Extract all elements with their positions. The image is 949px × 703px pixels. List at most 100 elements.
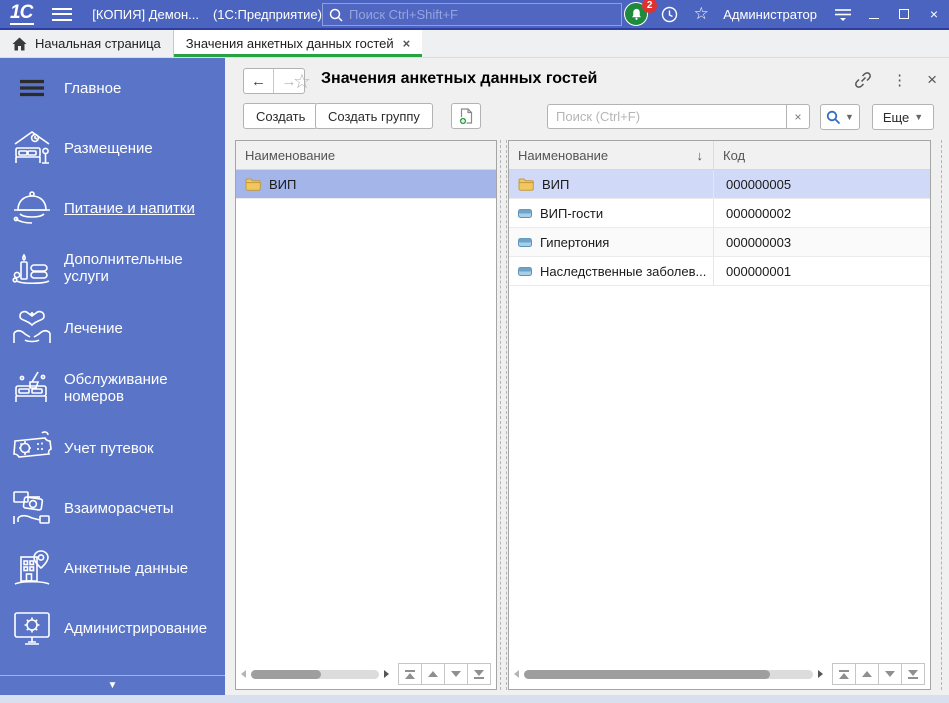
sidebar-item-food[interactable]: Питание и напитки [0, 178, 225, 238]
scroll-left-icon[interactable] [241, 670, 246, 678]
table-row[interactable]: ВИП-гости 000000002 [509, 199, 930, 228]
sidebar-item-vouchers[interactable]: Учет путевок [0, 418, 225, 478]
search-icon [329, 8, 343, 22]
values-panel-footer [509, 659, 930, 689]
sidebar-item-services[interactable]: Дополнительные услуги [0, 238, 225, 298]
tab-home[interactable]: Начальная страница [0, 30, 174, 57]
star-icon: ☆ [293, 71, 311, 93]
groups-table-header[interactable]: Наименование [236, 141, 496, 170]
sidebar-item-housekeeping[interactable]: Обслуживание номеров [0, 358, 225, 418]
back-icon: ← [251, 72, 266, 90]
table-row[interactable]: Наследственные заболев... 000000001 [509, 257, 930, 286]
panel-splitter-right[interactable] [935, 140, 949, 690]
clear-search-button[interactable]: × [786, 104, 810, 129]
form-toolbar: Создать Создать группу × ▼ Еще ▼ [225, 103, 949, 130]
tab-bar: Начальная страница Значения анкетных дан… [0, 30, 949, 58]
notifications-button[interactable]: 2 [623, 0, 658, 27]
window-title: [КОПИЯ] Демон... (1С:Предприятие) [92, 6, 322, 22]
new-document-icon [458, 107, 473, 125]
sidebar-item-treatment[interactable]: Лечение [0, 298, 225, 358]
sort-descending-icon: ↓ [696, 147, 704, 163]
sidebar-item-administration[interactable]: Администрирование [0, 598, 225, 658]
search-icon [826, 110, 841, 124]
row-name: Наследственные заболев... [540, 263, 707, 279]
go-last-button[interactable] [467, 663, 491, 685]
go-first-button[interactable] [398, 663, 422, 685]
housekeeping-icon [0, 368, 64, 408]
values-panel: Наименование ↓ Код ВИП 000000005 ВИП-гос… [508, 140, 931, 690]
go-last-button[interactable] [901, 663, 925, 685]
create-by-copy-button[interactable] [451, 103, 481, 129]
more-menu-button[interactable]: ⋮ [892, 71, 907, 89]
row-name: ВИП [269, 176, 297, 192]
row-code: 000000002 [726, 205, 792, 221]
get-link-button[interactable] [854, 71, 872, 89]
sidebar-item-profile-data[interactable]: Анкетные данные [0, 538, 225, 598]
close-icon: × [927, 70, 937, 89]
bed-house-icon [0, 128, 64, 168]
favorites-button[interactable]: ☆ [685, 0, 717, 28]
menu-icon [0, 79, 64, 97]
maximize-icon [899, 9, 909, 19]
sidebar-item-label: Лечение [64, 319, 123, 337]
sidebar-item-accommodation[interactable]: Размещение [0, 118, 225, 178]
item-icon [518, 266, 532, 276]
global-search[interactable] [322, 3, 622, 26]
go-previous-button[interactable] [421, 663, 445, 685]
go-next-button[interactable] [878, 663, 902, 685]
more-actions-button[interactable]: Еще ▼ [872, 104, 934, 130]
search-options-button[interactable]: ▼ [820, 104, 860, 130]
row-name: Гипертония [540, 234, 610, 250]
list-search-input[interactable] [547, 104, 786, 129]
sidebar-item-settlements[interactable]: Взаиморасчеты [0, 478, 225, 538]
clock-icon [661, 6, 677, 22]
close-window-button[interactable]: × [919, 0, 949, 28]
table-row[interactable]: ВИП [236, 170, 496, 199]
close-form-button[interactable]: × [927, 70, 937, 90]
go-first-button[interactable] [832, 663, 856, 685]
sidebar-item-label: Администрирование [64, 619, 208, 637]
back-button[interactable]: ← [244, 69, 274, 93]
create-button[interactable]: Создать [243, 103, 319, 129]
section-sidebar: Главное Размещение Питание и напитки Доп… [0, 58, 225, 695]
column-header-name[interactable]: Наименование [236, 141, 335, 169]
scroll-left-icon[interactable] [514, 670, 519, 678]
horizontal-scrollbar[interactable] [241, 669, 389, 679]
main-menu-icon[interactable] [52, 7, 73, 21]
table-row[interactable]: Гипертония 000000003 [509, 228, 930, 257]
horizontal-scrollbar[interactable] [514, 669, 823, 679]
tab-active[interactable]: Значения анкетных данных гостей × [173, 30, 423, 57]
list-search: × [547, 104, 810, 129]
chevron-down-icon: ▼ [107, 680, 118, 691]
column-header-name[interactable]: Наименование ↓ [509, 141, 714, 169]
row-navigation-group [832, 663, 925, 685]
sidebar-item-label: Главное [64, 79, 122, 97]
sidebar-item-main[interactable]: Главное [0, 58, 225, 118]
sidebar-collapse-button[interactable]: ▼ [0, 675, 225, 695]
global-search-input[interactable] [349, 7, 615, 22]
go-next-button[interactable] [444, 663, 468, 685]
tab-label: Начальная страница [35, 36, 161, 51]
row-code: 000000001 [726, 263, 792, 279]
go-previous-button[interactable] [855, 663, 879, 685]
minimize-button[interactable] [859, 0, 889, 28]
tab-close-icon[interactable]: × [403, 36, 411, 51]
item-icon [518, 237, 532, 247]
table-row[interactable]: ВИП 000000005 [509, 170, 930, 199]
row-navigation-group [398, 663, 491, 685]
maximize-button[interactable] [889, 0, 919, 28]
add-to-favorites-button[interactable]: ☆ [293, 69, 311, 94]
link-icon [855, 72, 871, 88]
user-menu[interactable]: Администратор [723, 7, 817, 22]
create-group-button[interactable]: Создать группу [315, 103, 433, 129]
scroll-right-icon[interactable] [818, 670, 823, 678]
page-title: Значения анкетных данных гостей [321, 70, 598, 87]
form-area: ← → ☆ Значения анкетных данных гостей ⋮ … [225, 58, 949, 695]
item-icon [518, 208, 532, 218]
scroll-right-icon[interactable] [384, 670, 389, 678]
history-button[interactable] [653, 0, 685, 28]
service-menu-button[interactable] [827, 0, 859, 28]
column-header-code[interactable]: Код [714, 141, 930, 169]
panel-splitter[interactable] [497, 140, 508, 690]
ticket-icon [0, 429, 64, 467]
